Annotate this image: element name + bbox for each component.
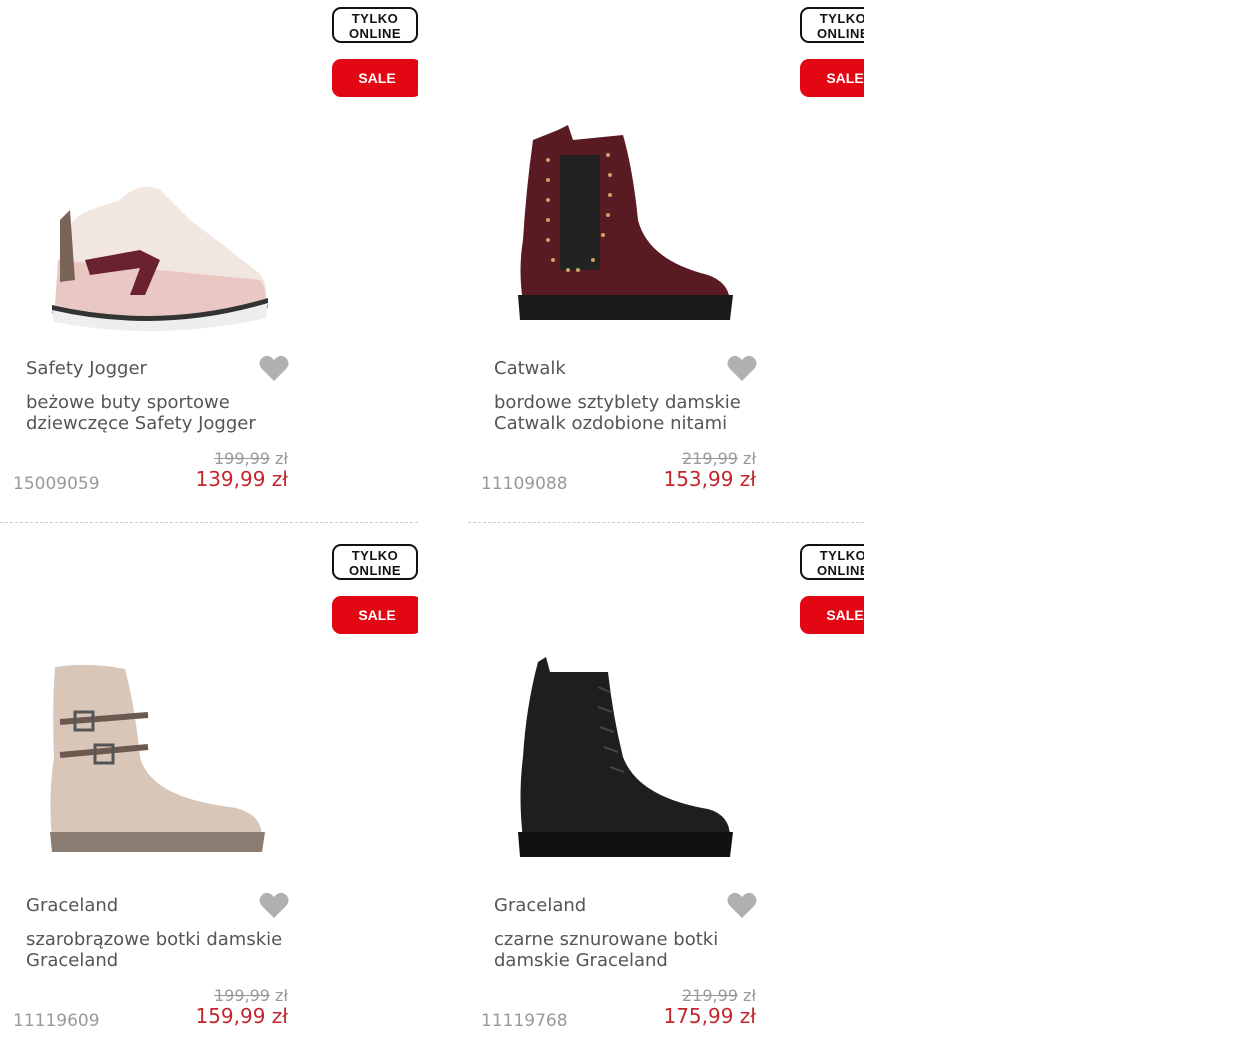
lace-up-boot-icon <box>518 657 733 857</box>
sale-price: 153,99 zł <box>663 467 756 491</box>
buckle-boot-icon <box>50 664 265 852</box>
product-card[interactable]: TYLKO ONLINE SALE Catwalk bordowe sztyble… <box>468 0 864 520</box>
heart-icon[interactable] <box>259 354 289 382</box>
product-brand[interactable]: Graceland <box>494 895 586 916</box>
online-only-badge: TYLKO ONLINE <box>332 7 418 43</box>
product-sku: 11119768 <box>481 1011 568 1031</box>
product-brand[interactable]: Graceland <box>26 895 118 916</box>
product-image[interactable] <box>30 110 290 335</box>
product-brand[interactable]: Catwalk <box>494 358 566 379</box>
product-sku: 11109088 <box>481 474 568 494</box>
online-only-badge: TYLKO ONLINE <box>800 544 864 580</box>
online-only-badge: TYLKO ONLINE <box>332 544 418 580</box>
product-name[interactable]: beżowe buty sportowe dziewczęce Safety J… <box>26 392 326 434</box>
product-brand[interactable]: Safety Jogger <box>26 358 147 379</box>
product-sku: 11119609 <box>13 1011 100 1031</box>
product-card[interactable]: TYLKO ONLINE SALE Safety Jogger beżowe bu… <box>0 0 418 520</box>
product-card[interactable]: TYLKO ONLINE SALE Graceland szarobrązowe … <box>0 537 418 1057</box>
old-price: 199,99 zł <box>213 986 288 1005</box>
chelsea-boot-icon <box>518 125 733 320</box>
product-image[interactable] <box>498 110 758 335</box>
sale-badge: SALE <box>800 59 864 97</box>
product-name[interactable]: bordowe sztyblety damskie Catwalk ozdobi… <box>494 392 794 434</box>
sale-price: 175,99 zł <box>663 1004 756 1028</box>
old-price: 219,99 zł <box>681 986 756 1005</box>
sale-badge: SALE <box>800 596 864 634</box>
product-image[interactable] <box>30 647 290 872</box>
sale-price: 139,99 zł <box>195 467 288 491</box>
old-price: 219,99 zł <box>681 449 756 468</box>
product-name[interactable]: czarne sznurowane botki damskie Gracelan… <box>494 929 794 971</box>
heart-icon[interactable] <box>259 891 289 919</box>
heart-icon[interactable] <box>727 891 757 919</box>
row-divider <box>468 522 864 523</box>
product-sku: 15009059 <box>13 474 100 494</box>
sale-price: 159,99 zł <box>195 1004 288 1028</box>
sale-badge: SALE <box>332 59 418 97</box>
heart-icon[interactable] <box>727 354 757 382</box>
product-name[interactable]: szarobrązowe botki damskie Graceland <box>26 929 326 971</box>
sale-badge: SALE <box>332 596 418 634</box>
sneaker-icon <box>52 186 268 332</box>
online-only-badge: TYLKO ONLINE <box>800 7 864 43</box>
row-divider <box>0 522 418 523</box>
product-image[interactable] <box>498 647 758 872</box>
old-price: 199,99 zł <box>213 449 288 468</box>
product-card[interactable]: TYLKO ONLINE SALE Graceland czarne sznuro… <box>468 537 864 1057</box>
